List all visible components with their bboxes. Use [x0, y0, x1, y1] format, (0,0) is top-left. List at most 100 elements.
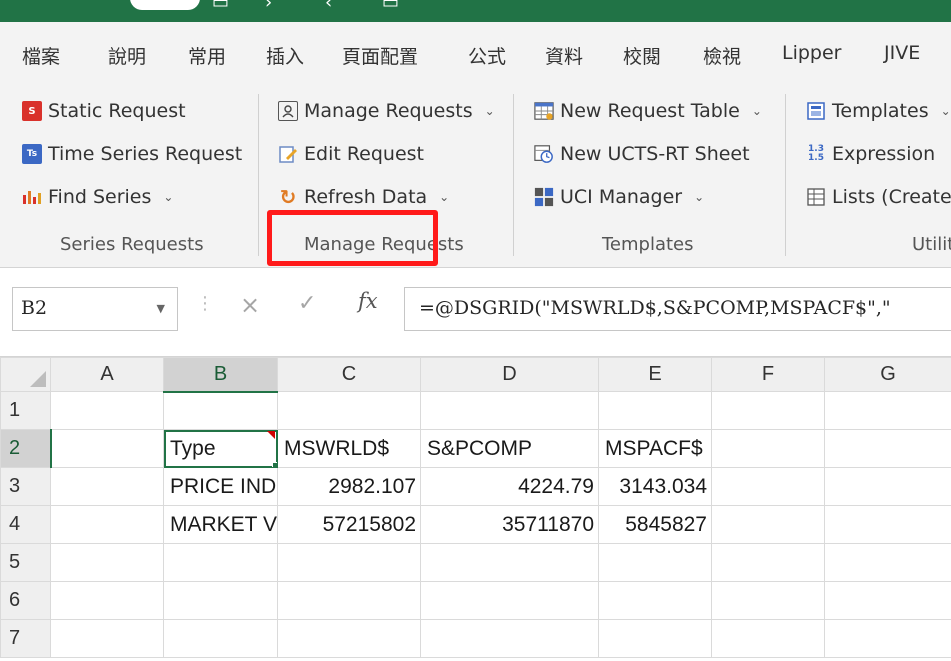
cell-e7[interactable]: [598, 619, 712, 658]
cell-c6[interactable]: [277, 581, 421, 620]
cell-g6[interactable]: [824, 581, 951, 620]
row-header[interactable]: 3: [0, 467, 51, 506]
tab-lipper[interactable]: Lipper: [782, 42, 842, 64]
cell-b3[interactable]: PRICE IND: [163, 467, 278, 506]
refresh-data-button[interactable]: ↻ Refresh Data ⌄: [278, 182, 450, 212]
cell-g4[interactable]: [824, 505, 951, 544]
save-icon[interactable]: ▭: [212, 0, 229, 13]
cell-f2[interactable]: [711, 429, 825, 468]
row-header[interactable]: 5: [0, 543, 51, 582]
undo-icon[interactable]: ›: [265, 0, 272, 13]
cell-b1[interactable]: [163, 391, 278, 430]
new-request-table-button[interactable]: New Request Table ⌄: [534, 96, 762, 126]
cell-g1[interactable]: [824, 391, 951, 430]
column-header-d[interactable]: D: [420, 357, 599, 392]
name-box[interactable]: B2 ▼: [12, 287, 178, 331]
row-header[interactable]: 2: [0, 429, 52, 468]
title-search-box[interactable]: [130, 0, 200, 10]
tab-view[interactable]: 檢視: [703, 42, 741, 69]
cell-b5[interactable]: [163, 543, 278, 582]
cell-a7[interactable]: [50, 619, 164, 658]
insert-function-icon[interactable]: fx: [358, 289, 378, 313]
row-header[interactable]: 1: [0, 391, 51, 430]
cell-f3[interactable]: [711, 467, 825, 506]
column-header-e[interactable]: E: [598, 357, 712, 392]
new-ucts-rt-sheet-button[interactable]: New UCTS-RT Sheet: [534, 139, 750, 169]
cell-a4[interactable]: [50, 505, 164, 544]
cell-a1[interactable]: [50, 391, 164, 430]
cell-g7[interactable]: [824, 619, 951, 658]
cell-a2[interactable]: [50, 429, 164, 468]
cell-f1[interactable]: [711, 391, 825, 430]
row-header[interactable]: 7: [0, 619, 51, 658]
select-all-corner[interactable]: [0, 357, 51, 392]
cell-c5[interactable]: [277, 543, 421, 582]
expression-button[interactable]: 1.3 1.5 Expression: [806, 139, 935, 169]
fill-handle[interactable]: [272, 462, 277, 467]
cell-a3[interactable]: [50, 467, 164, 506]
column-header-f[interactable]: F: [711, 357, 825, 392]
cell-d4[interactable]: 35711870: [420, 505, 599, 544]
cell-g2[interactable]: [824, 429, 951, 468]
cell-e6[interactable]: [598, 581, 712, 620]
column-header-a[interactable]: A: [50, 357, 164, 392]
cell-a6[interactable]: [50, 581, 164, 620]
tab-file[interactable]: 檔案: [22, 42, 60, 69]
tab-data[interactable]: 資料: [545, 42, 583, 69]
cell-b2-active[interactable]: Type: [163, 429, 278, 468]
cell-f4[interactable]: [711, 505, 825, 544]
cell-d7[interactable]: [420, 619, 599, 658]
cell-e3[interactable]: 3143.034: [598, 467, 712, 506]
enter-icon[interactable]: ✓: [298, 291, 316, 316]
cell-d1[interactable]: [420, 391, 599, 430]
tab-page-layout[interactable]: 頁面配置: [342, 42, 418, 69]
cell-f7[interactable]: [711, 619, 825, 658]
cell-d6[interactable]: [420, 581, 599, 620]
tab-formulas[interactable]: 公式: [468, 42, 506, 69]
lists-button[interactable]: Lists (Create f: [806, 182, 951, 212]
formula-bar-grip-icon[interactable]: ⋮: [196, 293, 214, 314]
cell-d5[interactable]: [420, 543, 599, 582]
row-header[interactable]: 4: [0, 505, 51, 544]
cancel-icon[interactable]: ×: [240, 291, 260, 319]
chevron-down-icon[interactable]: ▼: [157, 302, 165, 315]
cell-d3[interactable]: 4224.79: [420, 467, 599, 506]
cell-a5[interactable]: [50, 543, 164, 582]
manage-requests-button[interactable]: Manage Requests ⌄: [278, 96, 495, 126]
cell-f5[interactable]: [711, 543, 825, 582]
row-header[interactable]: 6: [0, 581, 51, 620]
tab-help[interactable]: 說明: [108, 42, 146, 69]
cell-e4[interactable]: 5845827: [598, 505, 712, 544]
edit-request-button[interactable]: Edit Request: [278, 139, 424, 169]
cell-e2[interactable]: MSPACF$: [598, 429, 712, 468]
cell-f6[interactable]: [711, 581, 825, 620]
cell-e1[interactable]: [598, 391, 712, 430]
tab-home[interactable]: 常用: [188, 42, 226, 69]
cell-b6[interactable]: [163, 581, 278, 620]
cell-b4[interactable]: MARKET V: [163, 505, 278, 544]
column-header-g[interactable]: G: [824, 357, 951, 392]
cell-c3[interactable]: 2982.107: [277, 467, 421, 506]
tab-insert[interactable]: 插入: [266, 42, 304, 69]
cell-b7[interactable]: [163, 619, 278, 658]
column-header-b[interactable]: B: [163, 357, 278, 393]
formula-input[interactable]: =@DSGRID("MSWRLD$,S&PCOMP,MSPACF$",": [404, 287, 951, 331]
uci-manager-button[interactable]: UCI Manager ⌄: [534, 182, 704, 212]
redo-icon[interactable]: ‹: [325, 0, 332, 13]
tab-jive[interactable]: JIVE: [884, 42, 920, 64]
tab-review[interactable]: 校閱: [623, 42, 661, 69]
cell-c2[interactable]: MSWRLD$: [277, 429, 421, 468]
column-header-c[interactable]: C: [277, 357, 421, 392]
cell-g3[interactable]: [824, 467, 951, 506]
cell-c7[interactable]: [277, 619, 421, 658]
cell-c4[interactable]: 57215802: [277, 505, 421, 544]
cell-d2[interactable]: S&PCOMP: [420, 429, 599, 468]
time-series-request-button[interactable]: Ts Time Series Request: [22, 139, 242, 169]
templates-button[interactable]: Templates ⌄: [806, 96, 951, 126]
cell-e5[interactable]: [598, 543, 712, 582]
quick-access-icon[interactable]: ▭: [382, 0, 399, 13]
cell-g5[interactable]: [824, 543, 951, 582]
find-series-button[interactable]: Find Series ⌄: [22, 182, 173, 212]
static-request-button[interactable]: S Static Request: [22, 96, 186, 126]
cell-c1[interactable]: [277, 391, 421, 430]
